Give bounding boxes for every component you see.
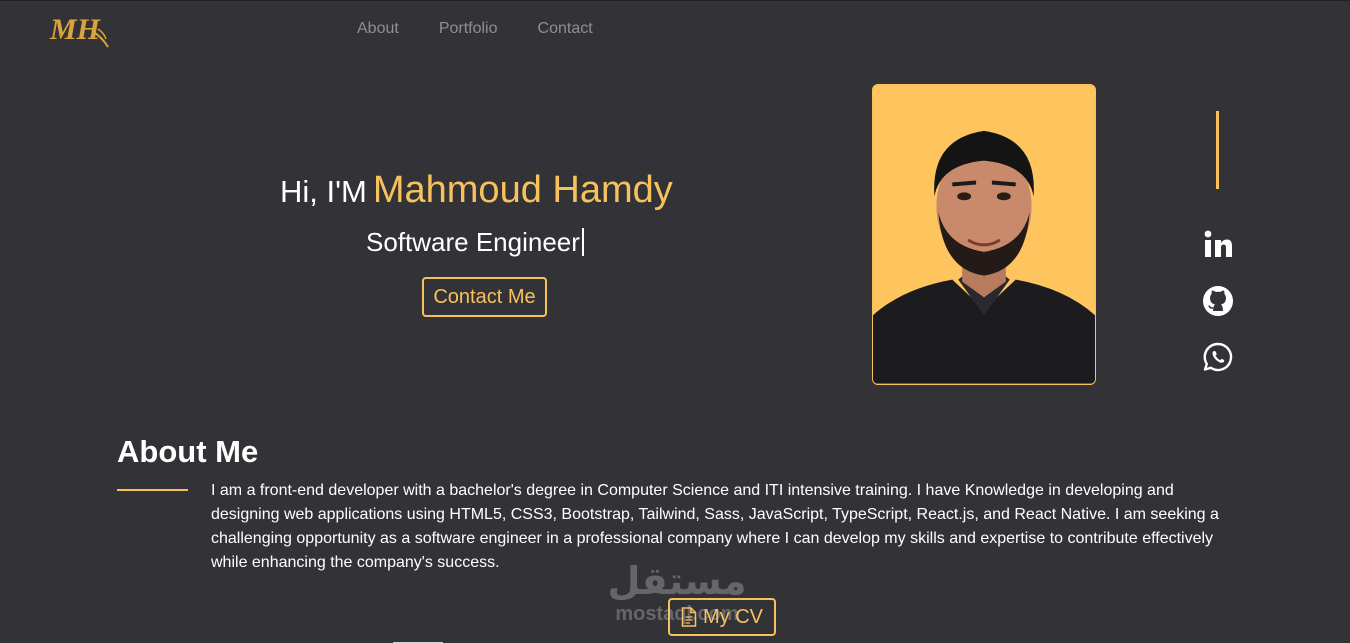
hero-greeting: Hi, I'M [280, 174, 367, 209]
main-nav: About Portfolio Contact [357, 20, 593, 38]
page: MH About Portfolio Contact Hi, I'M Mahmo… [0, 0, 1350, 643]
about-divider [117, 489, 188, 491]
my-cv-label: My CV [703, 605, 763, 628]
nav-link-about[interactable]: About [357, 20, 399, 38]
nav-link-contact[interactable]: Contact [538, 20, 593, 38]
social-divider [1216, 111, 1219, 189]
my-cv-button[interactable]: My CV [668, 598, 776, 636]
about-body: I am a front-end developer with a bachel… [211, 482, 1219, 571]
nav-link-portfolio[interactable]: Portfolio [439, 20, 498, 38]
github-icon [1203, 286, 1233, 316]
whatsapp-link[interactable] [1202, 341, 1234, 373]
linkedin-link[interactable] [1202, 228, 1234, 260]
profile-photo-illustration [873, 85, 1095, 384]
typing-caret [581, 228, 584, 256]
logo-mark: MH [49, 13, 109, 48]
hero-name: Mahmoud Hamdy [372, 169, 673, 211]
profile-photo [872, 84, 1096, 385]
hero-intro: Hi, I'M Mahmoud Hamdy [280, 169, 673, 212]
site-logo[interactable]: MH [48, 9, 112, 51]
linkedin-icon [1204, 230, 1232, 257]
hero-role: Software Engineer [366, 227, 584, 258]
contact-me-button[interactable]: Contact Me [422, 277, 547, 317]
about-heading: About Me [117, 434, 259, 469]
hero-role-text: Software Engineer [366, 227, 580, 257]
github-link[interactable] [1202, 285, 1234, 317]
document-icon [681, 607, 697, 627]
whatsapp-icon [1203, 342, 1233, 372]
svg-text:MH: MH [49, 13, 102, 46]
